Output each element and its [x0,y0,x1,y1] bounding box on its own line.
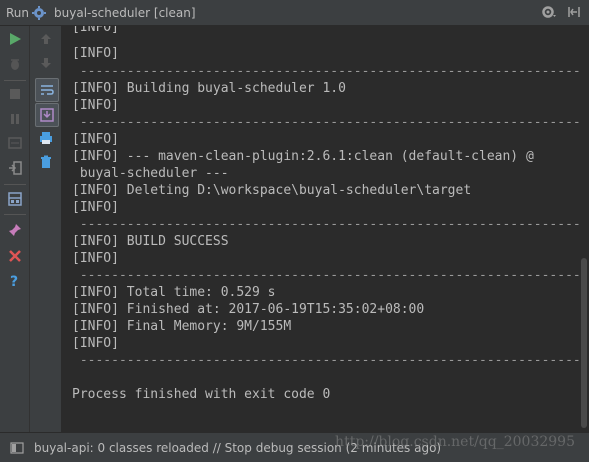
restore-layout-button[interactable] [4,188,26,210]
console-line: [INFO] [72,336,119,351]
pin-tab-button[interactable] [4,219,26,241]
help-icon: ? [10,274,18,288]
separator [4,80,26,81]
up-arrow-icon [41,34,51,44]
console-line: [INFO] BUILD SUCCESS [72,234,229,249]
stop-button[interactable] [4,83,26,105]
debug-icon [11,59,19,70]
console-separator: ----------------------------------------… [79,217,580,232]
console-line: [INFO] [72,200,119,215]
dump-threads-button[interactable] [4,132,26,154]
pause-button[interactable] [4,108,26,130]
console-actions-toolbar [30,26,62,432]
trash-icon [41,155,51,168]
debug-button[interactable] [4,53,26,75]
close-button[interactable] [4,245,26,267]
clear-all-button[interactable] [35,151,57,173]
console-line: [INFO] Finished at: 2017-06-19T15:35:02+… [72,302,425,317]
console-line: [INFO] Building buyal-scheduler 1.0 [72,81,346,96]
exit-code-line: Process finished with exit code 0 [72,387,331,402]
soft-wrap-icon [41,85,54,95]
run-toolwindow-header: Run buyal-scheduler [clean] [0,0,589,26]
console-line: buyal-scheduler --- [72,166,229,181]
print-button[interactable] [35,127,57,149]
soft-wrap-toggle[interactable] [35,78,59,102]
pause-icon [11,114,19,124]
down-arrow-icon [41,58,51,68]
tool-window-title: Run [6,5,30,20]
dump-threads-icon [8,137,22,149]
run-config-name: buyal-scheduler [clean] [54,5,196,20]
svg-text:?: ? [10,274,18,288]
up-stack-button[interactable] [35,28,57,50]
console-line: [INFO] Final Memory: 9M/155M [72,319,292,334]
run-config-icon [32,6,46,20]
run-actions-toolbar: ? [0,26,30,432]
console-line: [INFO] [72,46,119,61]
scroll-to-end-toggle[interactable] [35,103,59,127]
tool-windows-toggle-icon[interactable] [10,441,24,455]
hide-window-icon[interactable] [567,5,581,19]
console-line: [INFO] [72,251,119,266]
layout-icon [8,192,22,206]
exit-icon [9,161,22,175]
console-line: [INFO] [72,132,119,147]
console-separator: ----------------------------------------… [79,268,580,283]
console-line: [INFO] [72,98,119,113]
stop-icon [10,89,20,99]
separator [4,184,26,185]
run-icon [10,33,21,45]
pin-icon [9,224,21,236]
settings-gear-icon[interactable] [541,4,557,20]
watermark: http://blog.csdn.net/qq_20032995 [335,434,575,450]
scroll-to-end-icon [40,108,54,122]
close-icon [9,250,21,262]
rerun-button[interactable] [4,28,26,50]
console-separator: ----------------------------------------… [79,115,580,130]
help-button[interactable]: ? [4,270,26,292]
separator [4,214,26,215]
print-icon [40,132,52,144]
scrollbar-thumb[interactable] [581,258,587,428]
down-stack-button[interactable] [35,52,57,74]
console-line: [INFO] Total time: 0.529 s [72,285,276,300]
exit-button[interactable] [4,157,26,179]
console-output[interactable]: [INFO] [INFO] --------------------------… [62,26,580,432]
console-line: [INFO] Deleting D:\workspace\buyal-sched… [72,183,472,198]
console-line: [INFO] [72,26,119,35]
console-separator: ----------------------------------------… [79,64,580,79]
console-separator: ----------------------------------------… [79,353,580,368]
console-line: [INFO] --- maven-clean-plugin:2.6.1:clea… [72,149,534,164]
